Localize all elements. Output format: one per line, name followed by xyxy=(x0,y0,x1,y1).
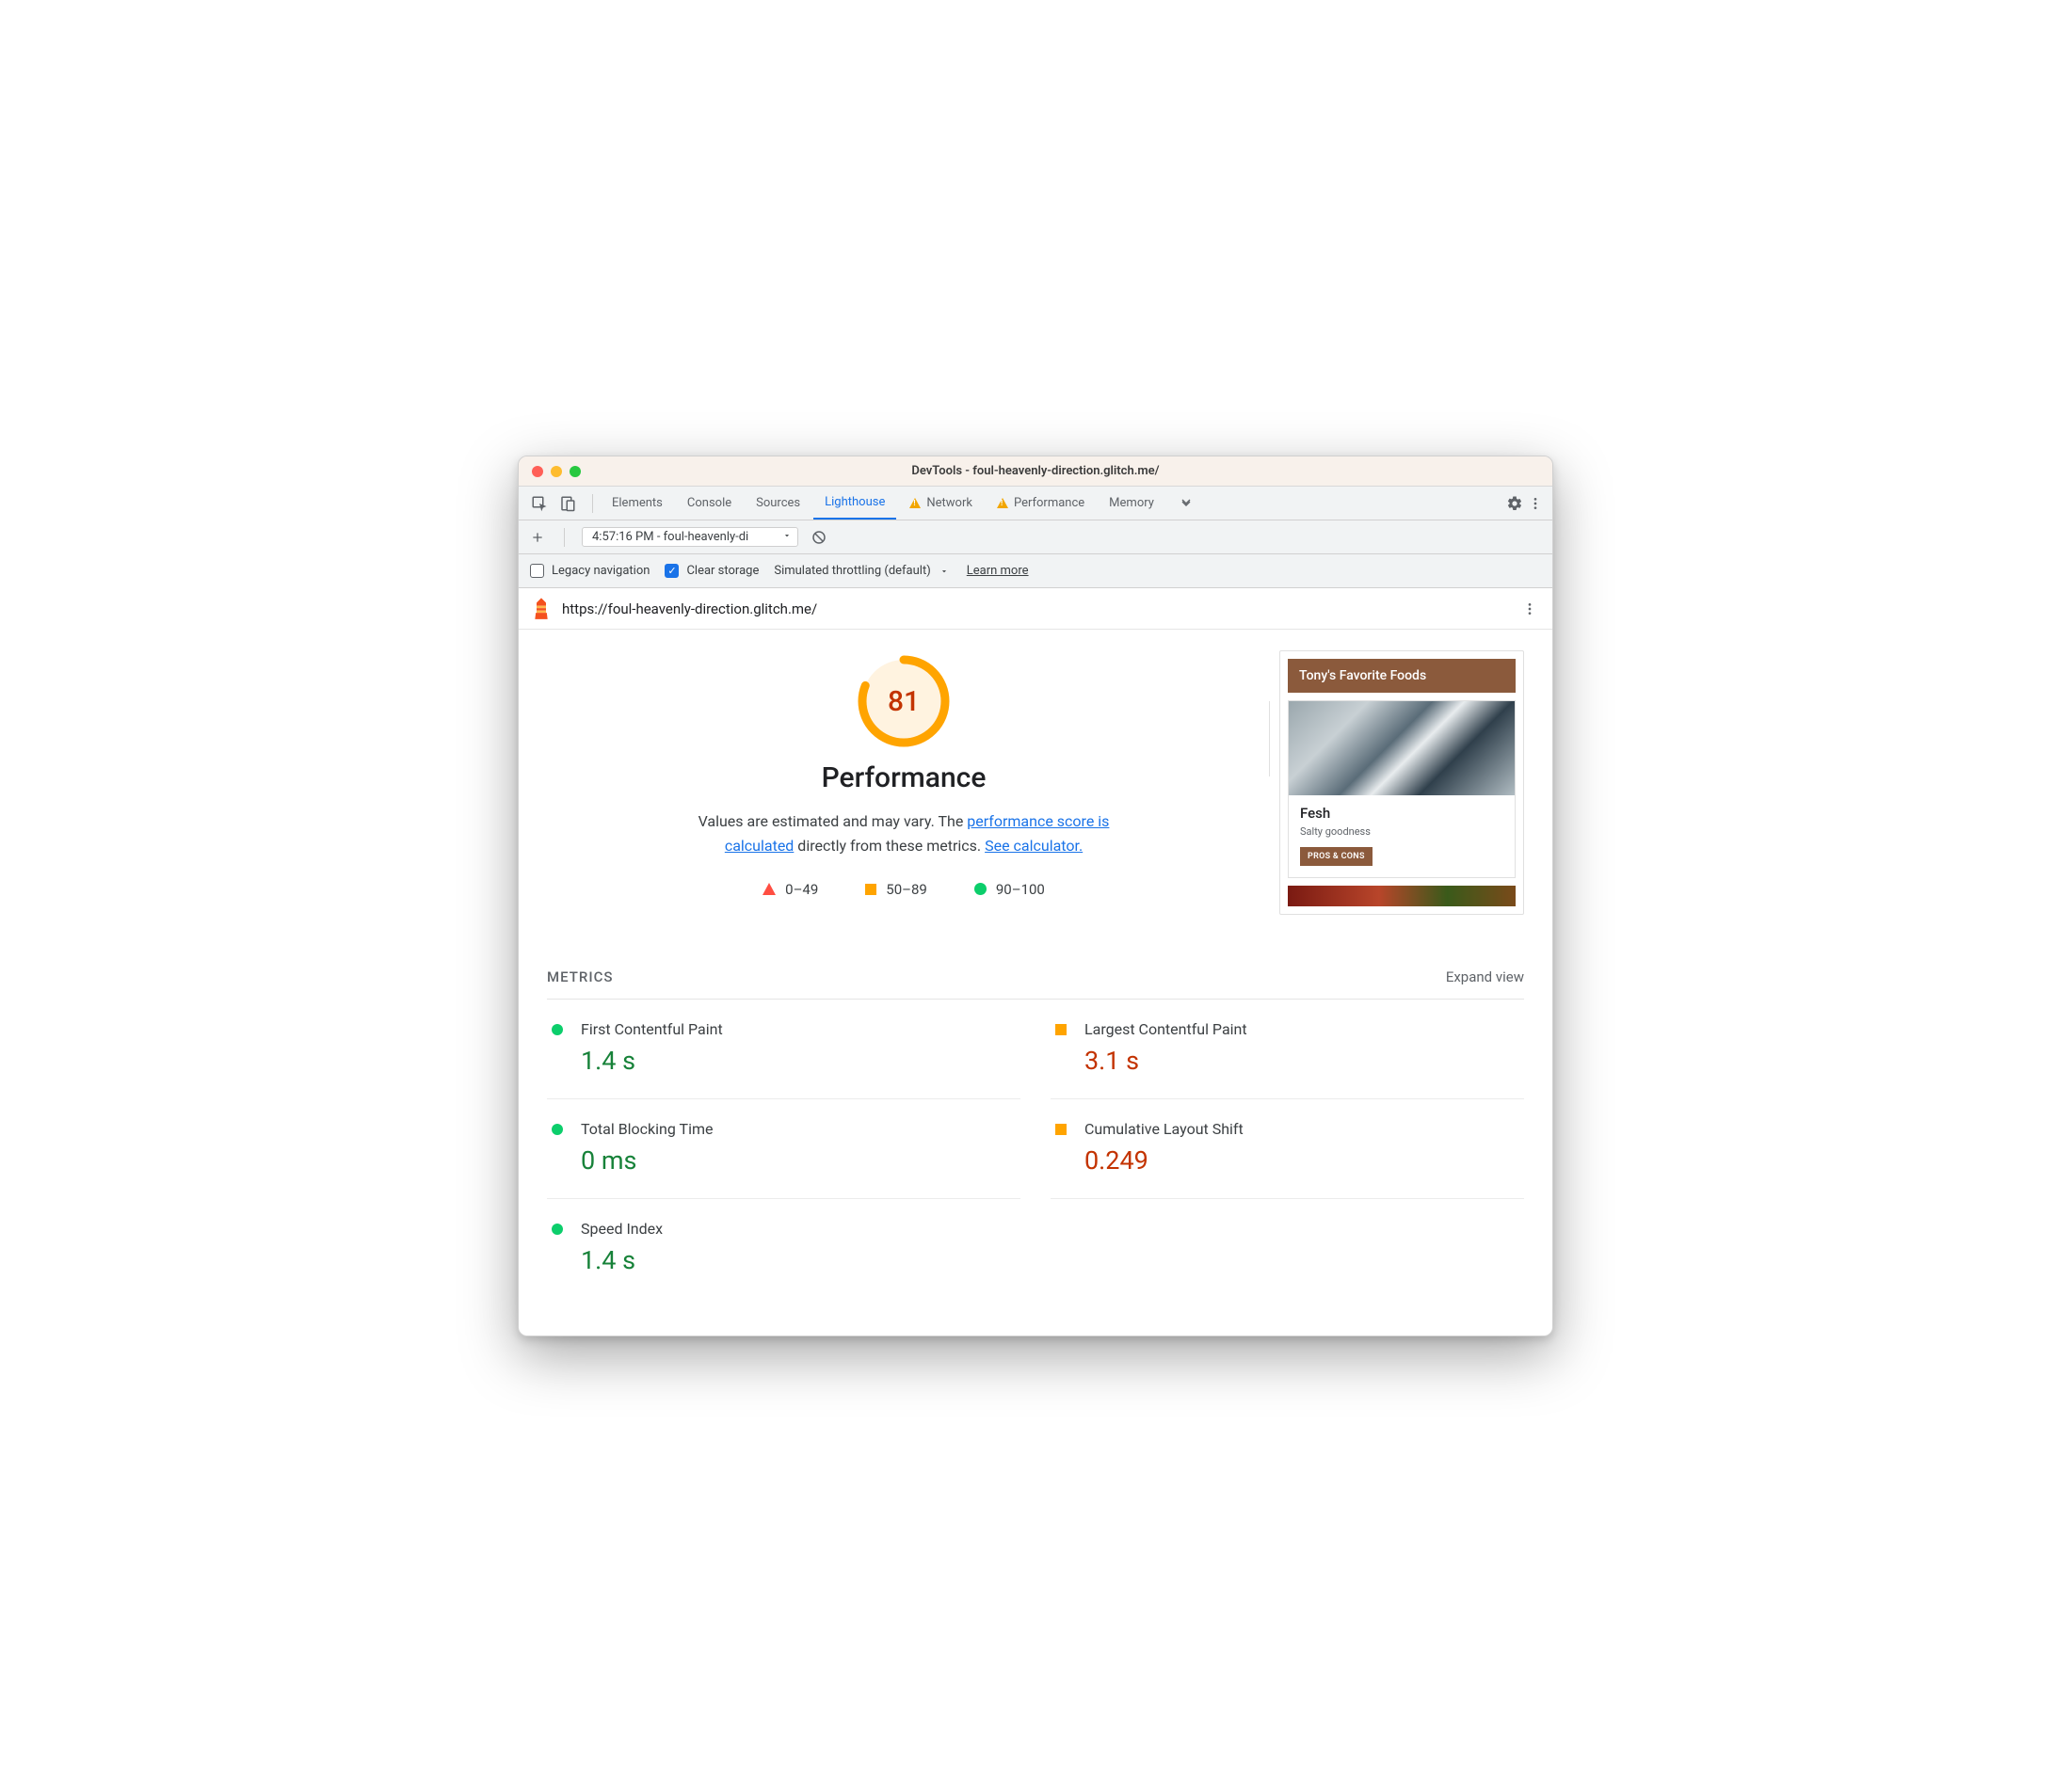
metric-value: 0.249 xyxy=(1084,1145,1244,1176)
square-orange-icon xyxy=(1055,1124,1067,1135)
device-toolbar-icon[interactable] xyxy=(558,494,577,513)
page-screenshot-preview: Tony's Favorite Foods Fesh Salty goodnes… xyxy=(1279,650,1524,915)
metrics-header: METRICS Expand view xyxy=(547,927,1524,1000)
lighthouse-toolbar: 4:57:16 PM - foul-heavenly-di xyxy=(519,520,1552,554)
preview-card: Fesh Salty goodness PROS & CONS xyxy=(1288,700,1516,878)
circle-green-icon xyxy=(552,1124,563,1135)
legacy-navigation-checkbox[interactable]: Legacy navigation xyxy=(530,564,650,578)
tab-elements[interactable]: Elements xyxy=(601,487,674,520)
tab-network[interactable]: Network xyxy=(898,487,984,520)
circle-green-icon xyxy=(552,1224,563,1235)
report-url: https://foul-heavenly-direction.glitch.m… xyxy=(562,600,817,617)
metrics-grid: First Contentful Paint 1.4 s Largest Con… xyxy=(547,1000,1524,1298)
fullscreen-window-button[interactable] xyxy=(570,466,581,477)
performance-summary: 81 Performance Values are estimated and … xyxy=(547,645,1260,925)
metric-name: Largest Contentful Paint xyxy=(1084,1020,1247,1038)
devtools-tabbar: Elements Console Sources Lighthouse Netw… xyxy=(519,487,1552,520)
preview-pros-cons-button: PROS & CONS xyxy=(1300,847,1373,866)
metric-cls[interactable]: Cumulative Layout Shift 0.249 xyxy=(1051,1099,1524,1199)
tabs-overflow[interactable] xyxy=(1167,487,1205,520)
expand-view-toggle[interactable]: Expand view xyxy=(1446,968,1524,985)
score-legend: 0–49 50–89 90–100 xyxy=(763,881,1045,898)
metric-lcp[interactable]: Largest Contentful Paint 3.1 s xyxy=(1051,1000,1524,1099)
tab-lighthouse[interactable]: Lighthouse xyxy=(813,487,896,520)
score-value: 81 xyxy=(857,654,951,748)
separator xyxy=(564,528,565,547)
warning-icon xyxy=(909,498,921,508)
preview-item-title: Fesh xyxy=(1300,805,1503,822)
warning-icon xyxy=(997,498,1008,508)
window-controls xyxy=(519,466,581,477)
metric-value: 1.4 s xyxy=(581,1046,723,1076)
square-orange-icon xyxy=(865,884,876,895)
lighthouse-report: 81 Performance Values are estimated and … xyxy=(519,630,1552,1335)
metric-name: Cumulative Layout Shift xyxy=(1084,1120,1244,1138)
throttling-select[interactable]: Simulated throttling (default) xyxy=(774,564,951,578)
metric-value: 3.1 s xyxy=(1084,1046,1247,1076)
learn-more-link[interactable]: Learn more xyxy=(967,564,1029,578)
metric-name: First Contentful Paint xyxy=(581,1020,723,1038)
lighthouse-options: Legacy navigation ✓ Clear storage Simula… xyxy=(519,554,1552,588)
report-selector-label: 4:57:16 PM - foul-heavenly-di xyxy=(592,530,748,544)
tab-memory[interactable]: Memory xyxy=(1098,487,1165,520)
preview-image-2 xyxy=(1288,886,1516,906)
window-title: DevTools - foul-heavenly-direction.glitc… xyxy=(519,464,1552,478)
metric-value: 0 ms xyxy=(581,1145,713,1176)
score-gauge[interactable]: 81 xyxy=(857,654,951,748)
clear-storage-checkbox[interactable]: ✓ Clear storage xyxy=(665,564,759,578)
preview-image xyxy=(1289,701,1515,795)
metric-fcp[interactable]: First Contentful Paint 1.4 s xyxy=(547,1000,1020,1099)
titlebar: DevTools - foul-heavenly-direction.glitc… xyxy=(519,456,1552,487)
report-menu-icon[interactable] xyxy=(1520,600,1539,618)
settings-icon[interactable] xyxy=(1505,494,1524,513)
report-urlbar: https://foul-heavenly-direction.glitch.m… xyxy=(519,588,1552,630)
more-menu-icon[interactable] xyxy=(1526,494,1545,513)
summary-row: 81 Performance Values are estimated and … xyxy=(547,645,1524,926)
circle-green-icon xyxy=(974,883,987,895)
triangle-red-icon xyxy=(763,883,776,895)
new-report-button[interactable] xyxy=(528,528,547,547)
checkbox-unchecked-icon xyxy=(530,564,544,578)
separator xyxy=(592,494,593,513)
preview-item-subtitle: Salty goodness xyxy=(1300,825,1503,838)
checkbox-checked-icon: ✓ xyxy=(665,564,679,578)
tab-performance[interactable]: Performance xyxy=(986,487,1096,520)
report-selector[interactable]: 4:57:16 PM - foul-heavenly-di xyxy=(582,527,798,547)
metric-value: 1.4 s xyxy=(581,1245,663,1275)
circle-green-icon xyxy=(552,1024,563,1035)
category-title: Performance xyxy=(822,761,987,794)
devtools-window: DevTools - foul-heavenly-direction.glitc… xyxy=(518,456,1553,1336)
inspect-element-icon[interactable] xyxy=(530,494,549,513)
see-calculator-link[interactable]: See calculator. xyxy=(985,837,1083,855)
metric-tbt[interactable]: Total Blocking Time 0 ms xyxy=(547,1099,1020,1199)
lighthouse-logo-icon xyxy=(532,597,551,621)
metric-name: Speed Index xyxy=(581,1220,663,1238)
tab-console[interactable]: Console xyxy=(676,487,743,520)
preview-header: Tony's Favorite Foods xyxy=(1288,659,1516,693)
tab-sources[interactable]: Sources xyxy=(745,487,811,520)
metric-si[interactable]: Speed Index 1.4 s xyxy=(547,1199,1020,1298)
clear-report-icon[interactable] xyxy=(810,528,828,547)
category-description: Values are estimated and may vary. The p… xyxy=(697,809,1111,857)
chevron-down-icon xyxy=(937,567,952,576)
close-window-button[interactable] xyxy=(532,466,543,477)
metrics-title: METRICS xyxy=(547,968,613,985)
chevron-down-icon xyxy=(782,530,792,544)
metric-name: Total Blocking Time xyxy=(581,1120,713,1138)
square-orange-icon xyxy=(1055,1024,1067,1035)
minimize-window-button[interactable] xyxy=(551,466,562,477)
